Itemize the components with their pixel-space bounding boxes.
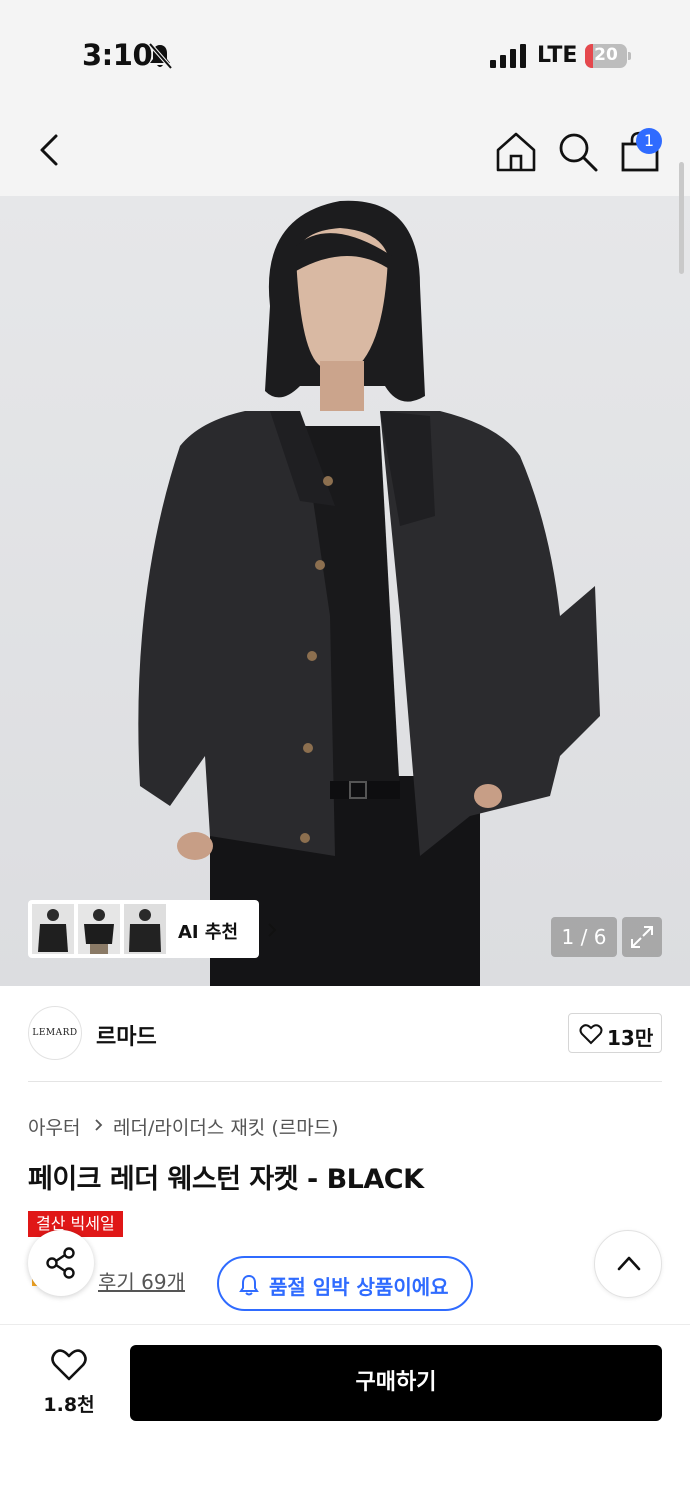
status-bar: 3:10 LTE 20 <box>0 0 690 100</box>
brand-name[interactable]: 르마드 <box>96 1019 157 1051</box>
chevron-left-icon[interactable] <box>28 128 72 172</box>
network-type: LTE <box>537 43 578 68</box>
brand-logo[interactable]: LEMARD <box>28 1006 82 1060</box>
expand-icon <box>631 926 653 948</box>
share-icon <box>46 1247 75 1279</box>
soldout-notice-text: 품절 임박 상품이에요 <box>269 1275 449 1299</box>
nav-header <box>0 100 690 196</box>
ai-thumbnail <box>78 904 120 954</box>
breadcrumb-category[interactable]: 아우터 <box>28 1113 80 1140</box>
buy-button[interactable]: 구매하기 <box>130 1345 662 1421</box>
scroll-top-button[interactable] <box>594 1230 662 1298</box>
breadcrumb-subcategory[interactable]: 레더/라이더스 재킷 (르마드) <box>113 1113 339 1140</box>
heart-icon <box>579 1024 603 1045</box>
divider <box>28 1081 662 1082</box>
chevron-right-icon <box>95 1119 103 1131</box>
wish-count: 1.8천 <box>43 1394 95 1416</box>
soldout-notice[interactable]: 품절 임박 상품이에요 <box>217 1256 473 1311</box>
ai-recommend-label: AI 추천 <box>178 922 239 943</box>
scroll-indicator[interactable] <box>679 162 684 274</box>
product-title: 페이크 레더 웨스턴 자켓 - BLACK <box>28 1164 424 1195</box>
image-counter: 1 / 6 <box>551 917 617 957</box>
review-link[interactable]: 후기 69개 <box>98 1266 185 1295</box>
battery-icon: 20 <box>585 44 631 68</box>
search-icon[interactable] <box>556 130 600 174</box>
model-photo <box>138 200 600 986</box>
ai-thumbnail <box>124 904 166 954</box>
brand-like-button[interactable]: 13만 <box>568 1013 662 1053</box>
ai-thumbnail <box>32 904 74 954</box>
brand-like-count: 13만 <box>607 1026 654 1050</box>
ai-recommend-button[interactable]: AI 추천 <box>28 900 277 958</box>
chevron-up-icon <box>617 1256 641 1271</box>
wish-button[interactable]: 1.8천 <box>36 1348 102 1418</box>
home-icon[interactable] <box>494 130 538 174</box>
product-image[interactable] <box>0 196 690 986</box>
bell-icon <box>239 1274 259 1296</box>
cart-badge: 1 <box>636 128 662 154</box>
status-time: 3:10 <box>82 38 153 72</box>
chevron-right-icon <box>268 923 277 937</box>
bell-slash-icon <box>148 42 173 70</box>
battery-level: 20 <box>594 45 618 65</box>
expand-button[interactable] <box>622 917 662 957</box>
signal-icon <box>490 44 526 68</box>
heart-icon <box>51 1349 87 1381</box>
share-button[interactable] <box>28 1230 94 1296</box>
